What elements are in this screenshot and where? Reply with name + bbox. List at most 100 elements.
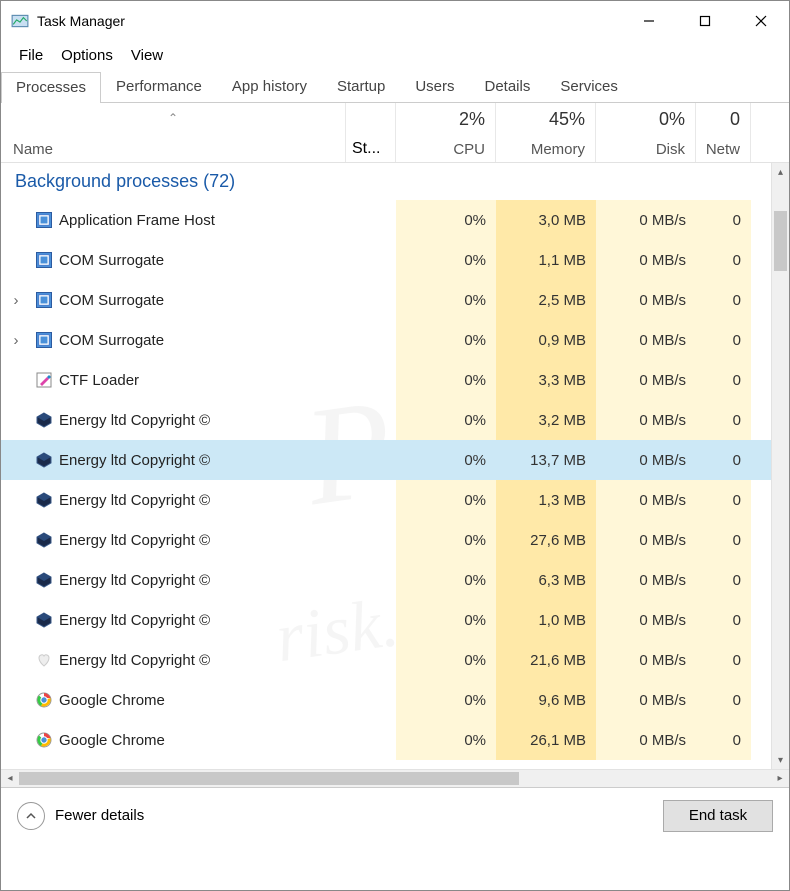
process-network: 0 [696, 440, 751, 480]
process-row[interactable]: CTF Loader0%3,3 MB0 MB/s0 [1, 360, 789, 400]
process-network: 0 [696, 240, 751, 280]
process-icon [31, 600, 57, 640]
process-row[interactable]: ›COM Surrogate0%0,9 MB0 MB/s0 [1, 320, 789, 360]
process-status [346, 240, 396, 280]
process-memory: 3,0 MB [496, 200, 596, 240]
process-network: 0 [696, 560, 751, 600]
process-row[interactable]: Energy ltd Copyright ©0%27,6 MB0 MB/s0 [1, 520, 789, 560]
minimize-button[interactable] [621, 1, 677, 41]
process-cpu: 0% [396, 400, 496, 440]
menu-view[interactable]: View [123, 45, 171, 66]
tab-performance[interactable]: Performance [101, 71, 217, 102]
tab-processes[interactable]: Processes [1, 72, 101, 103]
column-cpu[interactable]: 2% CPU [396, 103, 496, 162]
process-network: 0 [696, 600, 751, 640]
end-task-button[interactable]: End task [663, 800, 773, 832]
tab-services[interactable]: Services [545, 71, 633, 102]
process-icon [31, 400, 57, 440]
process-disk: 0 MB/s [596, 240, 696, 280]
process-icon [31, 280, 57, 320]
process-cpu: 0% [396, 560, 496, 600]
process-row[interactable]: Energy ltd Copyright ©0%21,6 MB0 MB/s0 [1, 640, 789, 680]
process-row[interactable]: Energy ltd Copyright ©0%6,3 MB0 MB/s0 [1, 560, 789, 600]
process-name: Google Chrome [57, 680, 346, 720]
scroll-down-icon[interactable]: ▾ [772, 751, 789, 769]
tab-details[interactable]: Details [470, 71, 546, 102]
column-memory[interactable]: 45% Memory [496, 103, 596, 162]
process-name: Application Frame Host [57, 200, 346, 240]
menu-file[interactable]: File [11, 45, 51, 66]
process-row[interactable]: Energy ltd Copyright ©0%3,2 MB0 MB/s0 [1, 400, 789, 440]
process-name: Energy ltd Copyright © [57, 600, 346, 640]
process-status [346, 360, 396, 400]
footer: Fewer details End task [1, 787, 789, 843]
tabbar: ProcessesPerformanceApp historyStartupUs… [1, 71, 789, 103]
process-memory: 1,1 MB [496, 240, 596, 280]
process-icon [31, 360, 57, 400]
process-row[interactable]: Energy ltd Copyright ©0%1,3 MB0 MB/s0 [1, 480, 789, 520]
scroll-right-icon[interactable]: ▸ [771, 770, 789, 788]
process-memory: 1,0 MB [496, 600, 596, 640]
process-network: 0 [696, 280, 751, 320]
expand-icon [1, 480, 31, 520]
expand-icon [1, 720, 31, 760]
tab-users[interactable]: Users [400, 71, 469, 102]
cpu-label: CPU [453, 141, 485, 158]
tab-startup[interactable]: Startup [322, 71, 400, 102]
menubar: File Options View [1, 41, 789, 69]
expand-icon[interactable]: › [1, 320, 31, 360]
scrollbar-thumb-horizontal[interactable] [19, 772, 519, 785]
scroll-left-icon[interactable]: ◂ [1, 770, 19, 788]
process-row[interactable]: COM Surrogate0%1,1 MB0 MB/s0 [1, 240, 789, 280]
process-cpu: 0% [396, 680, 496, 720]
process-name: CTF Loader [57, 360, 346, 400]
memory-percent: 45% [549, 109, 585, 130]
process-disk: 0 MB/s [596, 520, 696, 560]
menu-options[interactable]: Options [53, 45, 121, 66]
scrollbar-horizontal[interactable]: ◂ ▸ [1, 769, 789, 787]
process-cpu: 0% [396, 640, 496, 680]
chevron-up-icon [17, 802, 45, 830]
process-row[interactable]: ›COM Surrogate0%2,5 MB0 MB/s0 [1, 280, 789, 320]
scroll-up-icon[interactable]: ▴ [772, 163, 789, 181]
process-disk: 0 MB/s [596, 320, 696, 360]
section-header[interactable]: Background processes (72) [1, 163, 789, 200]
process-row[interactable]: Energy ltd Copyright ©0%1,0 MB0 MB/s0 [1, 600, 789, 640]
expand-icon [1, 600, 31, 640]
fewer-details-button[interactable]: Fewer details [17, 802, 144, 830]
close-button[interactable] [733, 1, 789, 41]
process-icon [31, 640, 57, 680]
process-disk: 0 MB/s [596, 360, 696, 400]
process-disk: 0 MB/s [596, 400, 696, 440]
column-name[interactable]: ⌃ Name [1, 103, 346, 162]
column-status[interactable]: St... [346, 103, 396, 162]
process-network: 0 [696, 480, 751, 520]
column-network[interactable]: 0 Netw [696, 103, 751, 162]
process-grid: Background processes (72) Application Fr… [1, 163, 789, 769]
process-row[interactable]: Google Chrome0%26,1 MB0 MB/s0 [1, 720, 789, 760]
process-network: 0 [696, 320, 751, 360]
process-cpu: 0% [396, 480, 496, 520]
process-memory: 26,1 MB [496, 720, 596, 760]
process-network: 0 [696, 640, 751, 680]
expand-icon [1, 440, 31, 480]
column-disk[interactable]: 0% Disk [596, 103, 696, 162]
process-memory: 27,6 MB [496, 520, 596, 560]
process-cpu: 0% [396, 360, 496, 400]
process-name: Google Chrome [57, 720, 346, 760]
expand-icon[interactable]: › [1, 280, 31, 320]
scrollbar-thumb-vertical[interactable] [774, 211, 787, 271]
process-row[interactable]: Application Frame Host0%3,0 MB0 MB/s0 [1, 200, 789, 240]
disk-percent: 0% [659, 109, 685, 130]
tab-app-history[interactable]: App history [217, 71, 322, 102]
scrollbar-vertical[interactable]: ▴ ▾ [771, 163, 789, 769]
process-row[interactable]: Energy ltd Copyright ©0%13,7 MB0 MB/s0 [1, 440, 789, 480]
maximize-button[interactable] [677, 1, 733, 41]
cpu-percent: 2% [459, 109, 485, 130]
process-row[interactable]: Google Chrome0%9,6 MB0 MB/s0 [1, 680, 789, 720]
expand-icon [1, 680, 31, 720]
process-name: COM Surrogate [57, 320, 346, 360]
process-disk: 0 MB/s [596, 200, 696, 240]
process-name: Energy ltd Copyright © [57, 400, 346, 440]
process-icon [31, 720, 57, 760]
